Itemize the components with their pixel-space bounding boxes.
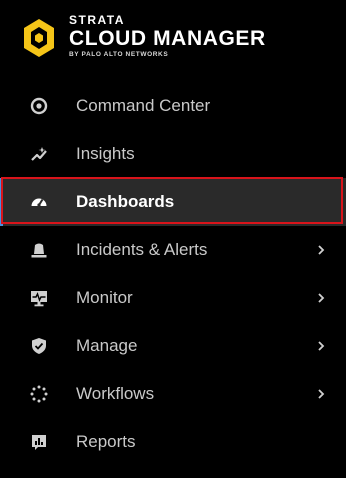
- nav-item-dashboards[interactable]: Dashboards: [0, 178, 346, 226]
- monitor-pulse-icon: [30, 289, 48, 307]
- sidebar-navigation: STRATA CLOUD MANAGER BY PALO ALTO NETWOR…: [0, 0, 346, 478]
- brand-product-name: CLOUD MANAGER: [69, 27, 266, 50]
- siren-icon: [30, 241, 48, 259]
- strata-logo-icon: [24, 19, 54, 57]
- nav-item-manage[interactable]: Manage: [0, 322, 346, 370]
- sparkle-trend-icon: [30, 145, 48, 163]
- nav-item-label: Manage: [76, 336, 138, 355]
- chevron-right-icon: [316, 388, 326, 400]
- nav-item-label: Command Center: [76, 96, 211, 115]
- chevron-right-icon: [316, 292, 326, 304]
- chevron-right-icon: [316, 340, 326, 352]
- target-icon: [30, 97, 48, 115]
- gauge-icon: [30, 193, 48, 211]
- chevron-right-icon: [316, 244, 326, 256]
- nav-item-label: Insights: [76, 144, 135, 163]
- nav-item-reports[interactable]: Reports: [0, 418, 346, 466]
- nav-item-label: Incidents & Alerts: [76, 240, 208, 259]
- shield-check-icon: [30, 337, 48, 355]
- nav-item-monitor[interactable]: Monitor: [0, 274, 346, 322]
- brand-header[interactable]: STRATA CLOUD MANAGER BY PALO ALTO NETWOR…: [22, 12, 322, 68]
- nav-item-command-center[interactable]: Command Center: [0, 82, 346, 130]
- dotted-circle-icon: [30, 385, 48, 403]
- brand-byline: BY PALO ALTO NETWORKS: [69, 51, 169, 58]
- nav-item-label: Monitor: [76, 288, 133, 307]
- nav-item-workflows[interactable]: Workflows: [0, 370, 346, 418]
- nav-item-incidents-alerts[interactable]: Incidents & Alerts: [0, 226, 346, 274]
- brand-line1: STRATA: [69, 13, 125, 27]
- nav-item-label: Workflows: [76, 384, 155, 403]
- nav-item-label: Dashboards: [76, 192, 175, 211]
- nav-menu: Command Center Insights Dashboards Incid…: [0, 82, 346, 466]
- report-chart-icon: [30, 433, 48, 451]
- nav-item-insights[interactable]: Insights: [0, 130, 346, 178]
- brand-wordmark: STRATA CLOUD MANAGER BY PALO ALTO NETWOR…: [69, 12, 266, 59]
- nav-item-label: Reports: [76, 432, 136, 451]
